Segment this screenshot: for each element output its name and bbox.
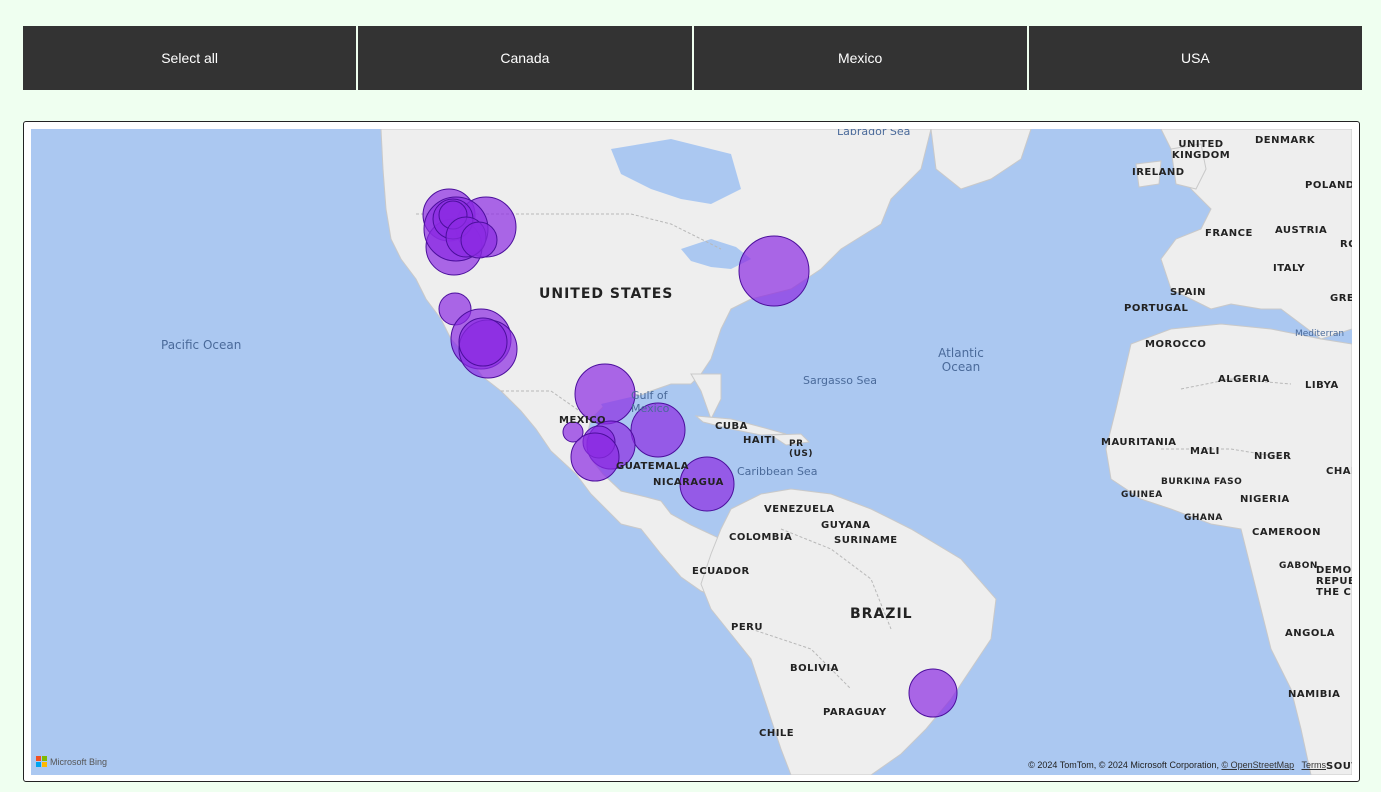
canada-button[interactable]: Canada — [358, 26, 694, 90]
libya-label: LIBYA — [1305, 380, 1339, 391]
map-attribution: © 2024 TomTom, © 2024 Microsoft Corporat… — [1028, 760, 1326, 770]
labrador-sea-label: Labrador Sea — [837, 129, 911, 138]
bubble-la-3[interactable] — [458, 317, 508, 367]
bubble-brazil[interactable] — [908, 668, 958, 718]
mexico-button[interactable]: Mexico — [693, 26, 1029, 90]
gulf-of-mexico-label: Gulf of Mexico — [631, 389, 670, 415]
united-kingdom-label: UNITED KINGDOM — [1171, 139, 1231, 161]
ecuador-label: ECUADOR — [692, 566, 750, 577]
chad-label: CHAD — [1326, 466, 1352, 477]
bubble-layer — [422, 188, 958, 718]
ghana-label: GHANA — [1184, 513, 1223, 523]
peru-label: PERU — [731, 622, 763, 633]
bolivia-label: BOLIVIA — [790, 663, 839, 674]
attribution-text: © 2024 TomTom, © 2024 Microsoft Corporat… — [1028, 760, 1219, 770]
gre-label: GRE — [1330, 293, 1352, 304]
brazil-label: BRAZIL — [850, 606, 913, 622]
pr-label: PR (US) — [789, 439, 814, 459]
morocco-label: MOROCCO — [1145, 339, 1207, 350]
bubble-map[interactable]: Pacific Ocean Atlantic Ocean Labrador Se… — [31, 129, 1352, 775]
venezuela-label: VENEZUELA — [764, 504, 835, 515]
mediterranean-label: Mediterran — [1295, 329, 1345, 339]
atlantic-ocean-label: Atlantic Ocean — [938, 346, 984, 374]
colombia-label: COLOMBIA — [729, 532, 793, 543]
select-all-button[interactable]: Select all — [23, 26, 359, 90]
terms-link[interactable]: Terms — [1302, 760, 1327, 770]
gabon-label: GABON — [1279, 561, 1318, 571]
angola-label: ANGOLA — [1285, 628, 1335, 639]
south-label: SOUTH — [1326, 761, 1352, 772]
bubble-portland-1[interactable] — [460, 221, 498, 259]
mauritania-label: MAURITANIA — [1101, 437, 1177, 448]
algeria-label: ALGERIA — [1218, 374, 1270, 385]
austria-label: AUSTRIA — [1275, 225, 1328, 236]
bubble-oaxaca[interactable] — [570, 432, 620, 482]
poland-label: POLAND — [1305, 180, 1352, 191]
country-slicer: Select all Canada Mexico USA — [23, 26, 1362, 90]
bubble-boston[interactable] — [738, 235, 810, 307]
usa-button[interactable]: USA — [1028, 26, 1362, 90]
guinea-label: GUINEA — [1121, 490, 1163, 500]
niger-label: NIGER — [1254, 451, 1292, 462]
namibia-label: NAMIBIA — [1288, 689, 1341, 700]
nigeria-label: NIGERIA — [1240, 494, 1290, 505]
mexico-label: MEXICO — [559, 415, 607, 426]
denmark-label: DENMARK — [1255, 135, 1316, 146]
cameroon-label: CAMEROON — [1252, 527, 1321, 538]
suriname-label: SURINAME — [834, 535, 898, 546]
guyana-label: GUYANA — [821, 520, 871, 531]
sargasso-sea-label: Sargasso Sea — [803, 374, 877, 387]
microsoft-logo-icon — [36, 756, 47, 767]
france-label: FRANCE — [1205, 228, 1253, 239]
nicaragua-label: NICARAGUA — [653, 477, 724, 488]
microsoft-bing-logo: Microsoft Bing — [36, 756, 107, 767]
paraguay-label: PARAGUAY — [823, 707, 887, 718]
ireland-label: IRELAND — [1132, 167, 1185, 178]
cuba-label: CUBA — [715, 421, 748, 432]
bing-label: Microsoft Bing — [50, 756, 108, 767]
chile-label: CHILE — [759, 728, 795, 739]
burkina-faso-label: BURKINA FASO — [1161, 477, 1243, 487]
united-states-label: UNITED STATES — [539, 286, 674, 302]
openstreetmap-link[interactable]: © OpenStreetMap — [1221, 760, 1294, 770]
mali-label: MALI — [1190, 446, 1220, 457]
spain-label: SPAIN — [1170, 287, 1206, 298]
guatemala-label: GUATEMALA — [616, 461, 689, 472]
pacific-ocean-label: Pacific Ocean — [161, 338, 242, 352]
haiti-label: HAITI — [743, 435, 776, 446]
portugal-label: PORTUGAL — [1124, 303, 1189, 314]
caribbean-sea-label: Caribbean Sea — [737, 465, 818, 478]
democ-label: DEMOC REPUB THE C — [1316, 565, 1352, 598]
italy-label: ITALY — [1273, 263, 1306, 274]
ro-label: RO — [1340, 239, 1352, 250]
